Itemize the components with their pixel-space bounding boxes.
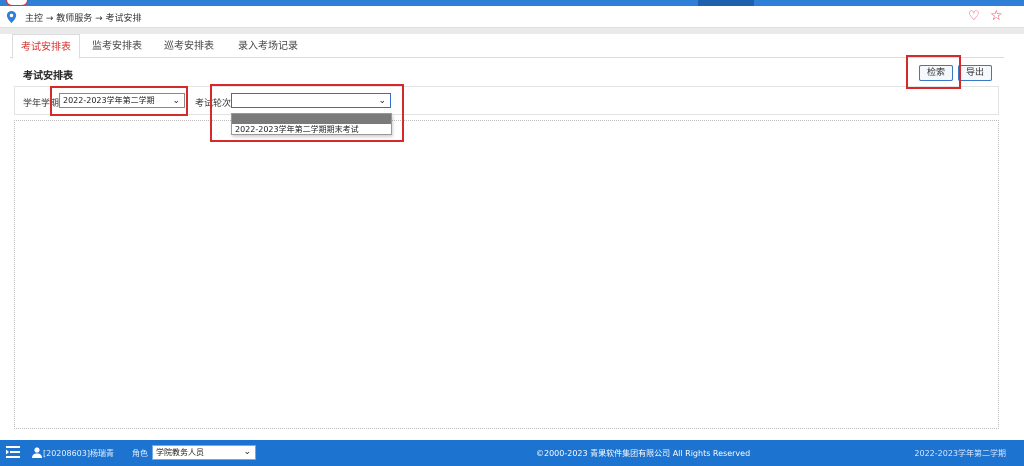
breadcrumb-bar: 主控 → 教师服务 → 考试安排 ♡ ☆: [0, 6, 1024, 28]
user-icon: [32, 447, 42, 458]
tab-exam-schedule[interactable]: 考试安排表: [12, 34, 80, 59]
term-select-value: 2022-2023学年第二学期: [63, 96, 155, 105]
current-term: 2022-2023学年第二学期: [914, 449, 1006, 458]
role-label: 角色: [132, 449, 148, 458]
copyright-text: ©2000-2023 青果软件集团有限公司 All Rights Reserve…: [536, 449, 751, 458]
current-user: [20208603]杨瑞青: [43, 449, 114, 458]
filter-row: 学年学期 2022-2023学年第二学期 ⌄ 考试轮次 ⌄: [14, 86, 999, 115]
results-area: [14, 120, 999, 429]
tab-invigilation-schedule[interactable]: 监考安排表: [84, 34, 150, 58]
star-icon[interactable]: ☆: [990, 9, 1003, 23]
term-label: 学年学期: [23, 99, 60, 109]
dropdown-option-final-exam[interactable]: 2022-2023学年第二学期期末考试: [232, 124, 391, 135]
term-select[interactable]: 2022-2023学年第二学期 ⌄: [59, 93, 185, 108]
role-select[interactable]: 学院教务人员 ⌄: [152, 445, 256, 460]
dropdown-option-empty[interactable]: [232, 114, 391, 124]
menu-toggle-icon[interactable]: [6, 446, 20, 458]
tab-patrol-schedule[interactable]: 巡考安排表: [156, 34, 222, 58]
chevron-down-icon: ⌄: [378, 96, 386, 106]
role-select-value: 学院教务人员: [156, 448, 204, 457]
round-dropdown-list: 2022-2023学年第二学期期末考试: [231, 113, 392, 135]
search-button[interactable]: 检索: [919, 65, 953, 81]
heart-icon[interactable]: ♡: [968, 10, 980, 24]
tab-strip: 考试安排表 监考安排表 巡考安排表 录入考场记录: [10, 34, 1004, 59]
main-panel: 考试安排表 监考安排表 巡考安排表 录入考场记录 考试安排表 检索 导出 学年学…: [10, 34, 1004, 434]
location-pin-icon: [6, 11, 17, 23]
round-label: 考试轮次: [195, 99, 232, 109]
chevron-down-icon: ⌄: [243, 447, 251, 457]
breadcrumb: 主控 → 教师服务 → 考试安排: [25, 14, 142, 24]
page-title: 考试安排表: [23, 71, 73, 82]
chevron-down-icon: ⌄: [172, 96, 180, 106]
tab-enter-exam-room-record[interactable]: 录入考场记录: [228, 34, 308, 58]
round-select[interactable]: ⌄: [231, 93, 391, 108]
status-bar: [20208603]杨瑞青 角色 学院教务人员 ⌄ ©2000-2023 青果软…: [0, 440, 1024, 466]
export-button[interactable]: 导出: [958, 65, 992, 81]
